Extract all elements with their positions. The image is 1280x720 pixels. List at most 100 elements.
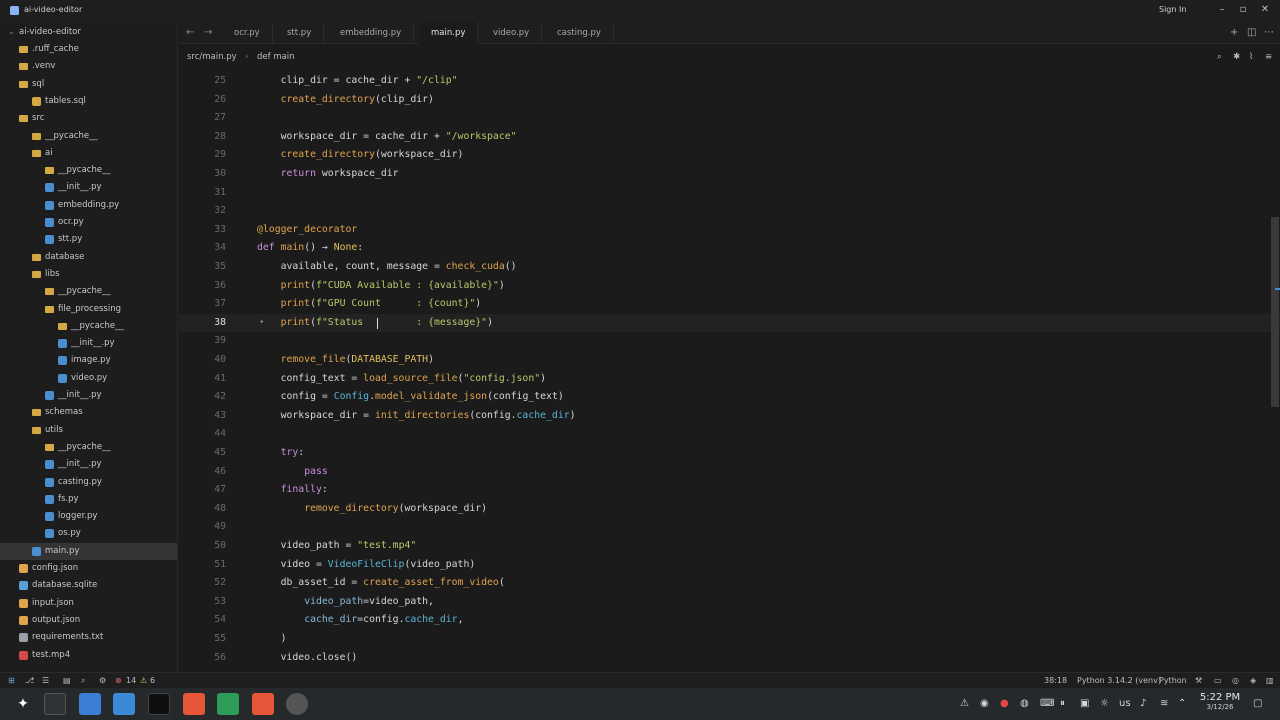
code-line[interactable]: 50 video_path = "test.mp4" — [179, 537, 1280, 556]
line-number[interactable]: 46 — [179, 466, 226, 477]
code-line[interactable]: 53 video_path=video_path, — [179, 593, 1280, 612]
code-line[interactable]: 35 available, count, message = check_cud… — [179, 258, 1280, 277]
code-line[interactable]: 47 finally: — [179, 481, 1280, 500]
inline-assist-icon[interactable]: ⌇ — [1249, 52, 1253, 62]
tree-item[interactable]: __init__.py — [0, 335, 177, 352]
maximize-icon[interactable]: ▫ — [1237, 4, 1249, 16]
tree-item[interactable]: __pycache__ — [0, 128, 177, 145]
search-icon[interactable]: ⌕ — [1217, 52, 1222, 62]
tree-item[interactable]: utils — [0, 422, 177, 439]
line-number[interactable]: 33 — [179, 224, 226, 235]
brave-browser-icon[interactable] — [183, 693, 205, 715]
code-text[interactable]: workspace_dir = init_directories(config.… — [257, 410, 576, 421]
outline-icon[interactable]: ☰ — [42, 676, 49, 685]
line-number[interactable]: 27 — [179, 112, 226, 123]
new-tab-icon[interactable]: + — [1230, 27, 1238, 38]
code-text[interactable]: video_path = "test.mp4" — [257, 540, 417, 551]
code-line[interactable]: 30 return workspace_dir — [179, 165, 1280, 184]
code-line[interactable]: 55 ) — [179, 630, 1280, 649]
tree-item[interactable]: main.py — [0, 542, 177, 560]
tree-item[interactable]: sql — [0, 76, 177, 93]
clock[interactable]: 5:22 PM 3/12/26 — [1197, 692, 1243, 711]
code-line[interactable]: 43 workspace_dir = init_directories(conf… — [179, 407, 1280, 426]
code-text[interactable]: print(f"GPU Count : {count}") — [257, 298, 482, 309]
line-number[interactable]: 53 — [179, 596, 226, 607]
code-text[interactable]: db_asset_id = create_asset_from_video( — [257, 577, 505, 588]
tree-item[interactable]: casting.py — [0, 474, 177, 491]
warning-count[interactable]: 6 — [150, 676, 155, 685]
tree-item[interactable]: tables.sql — [0, 93, 177, 110]
line-number[interactable]: 34 — [179, 242, 226, 253]
line-number[interactable]: 29 — [179, 149, 226, 160]
code-line[interactable]: 56 video.close() — [179, 649, 1280, 668]
split-pane-icon[interactable]: ◫ — [1247, 27, 1256, 38]
editor-controls-icon[interactable]: ≡ — [1265, 52, 1272, 62]
code-text[interactable]: return workspace_dir — [257, 168, 399, 179]
code-line[interactable]: 26 create_directory(clip_dir) — [179, 91, 1280, 110]
terminal-app-icon[interactable] — [44, 693, 66, 715]
code-text[interactable]: def main() → None: — [257, 242, 363, 253]
line-number[interactable]: 43 — [179, 410, 226, 421]
line-number[interactable]: 56 — [179, 652, 226, 663]
keyboard-layout[interactable]: us — [1119, 698, 1131, 709]
code-line[interactable]: 33 @logger_decorator — [179, 221, 1280, 240]
code-text[interactable]: available, count, message = check_cuda() — [257, 261, 517, 272]
code-text[interactable]: clip_dir = cache_dir + "/clip" — [257, 75, 458, 86]
file-manager-icon[interactable] — [113, 693, 135, 715]
code-line[interactable]: 44 — [179, 425, 1280, 444]
tree-item[interactable]: database — [0, 249, 177, 266]
code-text[interactable]: remove_directory(workspace_dir) — [257, 503, 487, 514]
recording-icon[interactable]: ◉ — [980, 698, 989, 709]
tree-item[interactable]: file_processing — [0, 301, 177, 318]
tree-item[interactable]: image.py — [0, 352, 177, 369]
pause-icon[interactable]: ⏸ — [1060, 698, 1065, 709]
tree-item[interactable]: libs — [0, 266, 177, 283]
code-text[interactable]: ) — [257, 633, 287, 644]
line-number[interactable]: 41 — [179, 373, 226, 384]
tree-item[interactable]: fs.py — [0, 491, 177, 508]
code-text[interactable]: create_directory(clip_dir) — [257, 94, 434, 105]
code-line[interactable]: 46 pass — [179, 463, 1280, 482]
clipboard-icon[interactable]: ▣ — [1080, 698, 1089, 709]
code-text[interactable]: create_directory(workspace_dir) — [257, 149, 464, 160]
code-line[interactable]: 42 config = Config.model_validate_json(c… — [179, 388, 1280, 407]
line-number[interactable]: 37 — [179, 298, 226, 309]
code-line[interactable]: 31 — [179, 184, 1280, 203]
git-icon[interactable]: ⎇ — [25, 676, 34, 685]
sign-in-button[interactable]: Sign In — [1159, 5, 1186, 14]
code-text[interactable]: video.close() — [257, 652, 358, 663]
tree-item[interactable]: __init__.py — [0, 179, 177, 196]
close-icon[interactable]: ✕ — [1259, 4, 1271, 16]
warning-icon[interactable]: ⚠ — [140, 676, 147, 685]
line-number[interactable]: 35 — [179, 261, 226, 272]
code-editor[interactable]: 25 clip_dir = cache_dir + "/clip" 26 crea… — [179, 72, 1280, 672]
code-text[interactable]: workspace_dir = cache_dir + "/workspace" — [257, 131, 517, 142]
tab-ocr[interactable]: ocr.py — [222, 22, 273, 44]
code-line[interactable]: 32 — [179, 202, 1280, 221]
format-icon[interactable]: ⚒ — [1195, 676, 1202, 685]
tree-item[interactable]: database.sqlite — [0, 577, 177, 594]
more-icon[interactable]: ⋯ — [1264, 27, 1274, 38]
line-number[interactable]: 50 — [179, 540, 226, 551]
line-number[interactable]: 45 — [179, 447, 226, 458]
code-line[interactable]: 48 remove_directory(workspace_dir) — [179, 500, 1280, 519]
terminal-icon[interactable]: ▤ — [63, 676, 71, 685]
wifi-icon[interactable]: ≋ — [1160, 698, 1168, 709]
code-line[interactable]: 51 video = VideoFileClip(video_path) — [179, 556, 1280, 575]
error-icon[interactable]: ⊗ — [115, 676, 122, 685]
tree-item[interactable]: video.py — [0, 370, 177, 387]
breadcrumb-path[interactable]: src/main.py — [187, 52, 237, 62]
code-text[interactable]: @logger_decorator — [257, 224, 357, 235]
record-icon[interactable]: ● — [1000, 698, 1009, 709]
debug-icon[interactable]: ⚙ — [99, 676, 106, 685]
editor-scrollbar[interactable] — [1269, 72, 1280, 672]
tree-item[interactable]: embedding.py — [0, 197, 177, 214]
tree-item[interactable]: .ruff_cache — [0, 41, 177, 58]
tree-item[interactable]: __init__.py — [0, 456, 177, 473]
forward-arrow-icon[interactable]: → — [204, 27, 212, 38]
line-number[interactable]: 30 — [179, 168, 226, 179]
scrollbar-thumb[interactable] — [1271, 217, 1279, 407]
keyboard-icon[interactable]: ⌨ — [1040, 698, 1054, 709]
line-number[interactable]: 42 — [179, 391, 226, 402]
line-number[interactable]: 28 — [179, 131, 226, 142]
